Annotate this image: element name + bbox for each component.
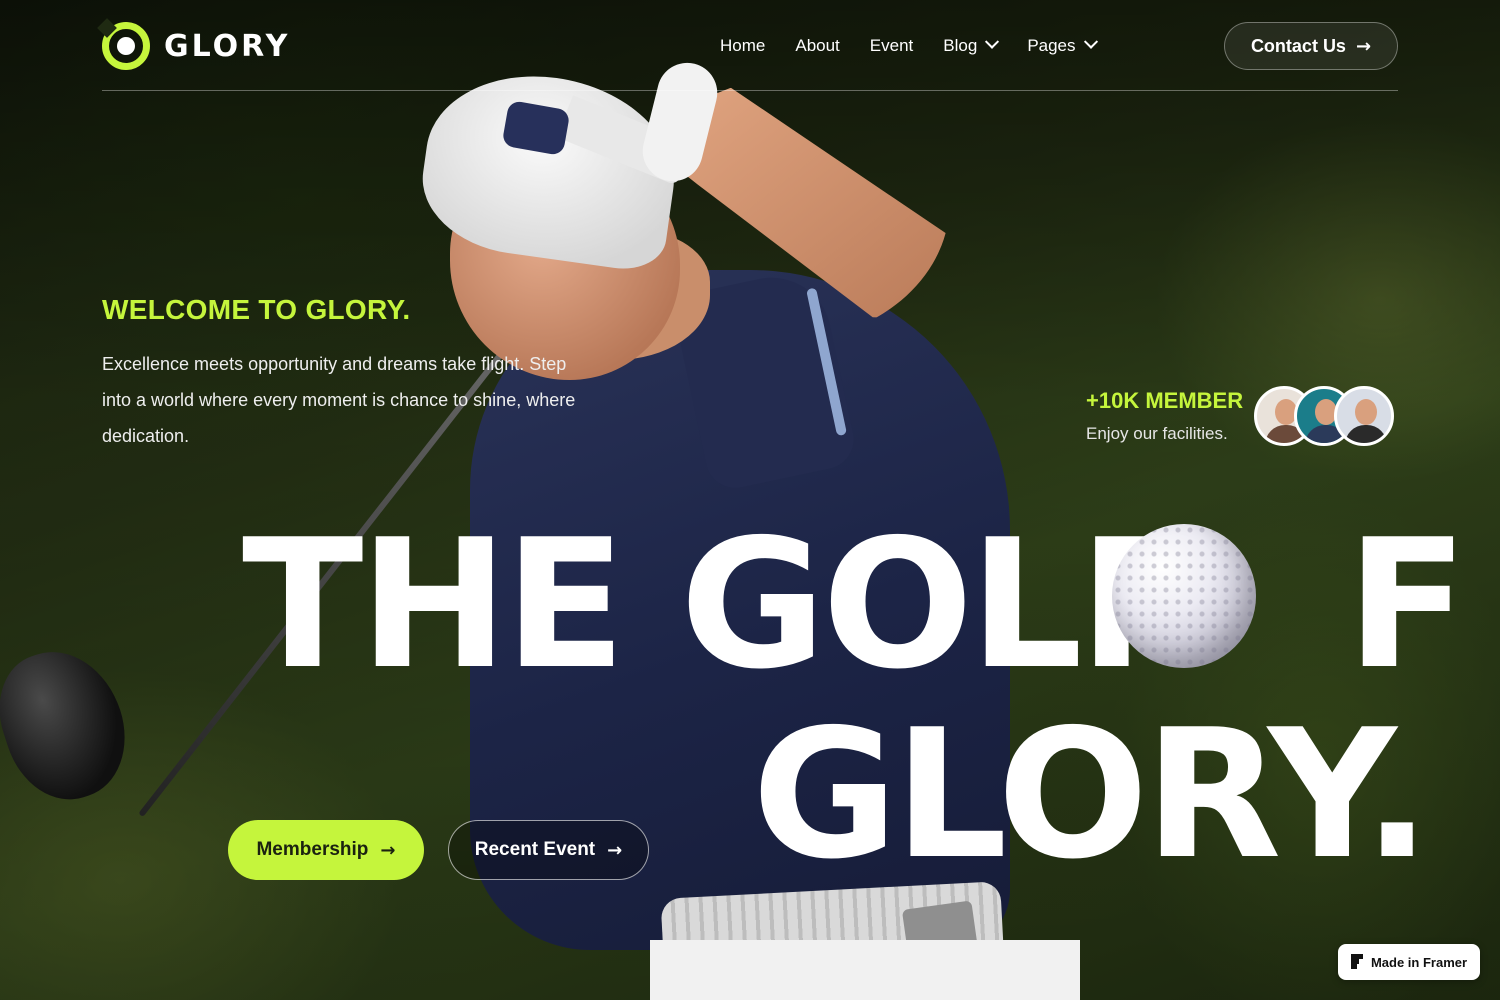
framer-icon: [1350, 954, 1363, 970]
headline-line-1: THE GOLF F: [242, 516, 1468, 694]
nav-item-pages[interactable]: Pages: [1027, 34, 1098, 56]
nav-label: Pages: [1027, 36, 1076, 55]
golf-ball-icon: [1112, 524, 1256, 668]
nav-label: About: [795, 36, 840, 55]
badge-label: Made in Framer: [1370, 954, 1468, 970]
brand-logo[interactable]: GLORY: [102, 22, 290, 70]
site-header: GLORY Home About Event Blog Pages Contac…: [102, 22, 1398, 92]
nav-label: Home: [720, 36, 766, 55]
headline-text: THE GOLF: [242, 501, 1200, 708]
made-in-framer-badge[interactable]: Made in Framer: [1338, 944, 1480, 980]
arrow-right-icon: →: [1355, 35, 1372, 57]
members-count: +10K MEMBER: [1086, 388, 1244, 413]
avatar: [1334, 386, 1394, 446]
nav-item-about[interactable]: About: [795, 36, 839, 56]
arrow-right-icon: →: [380, 839, 396, 861]
arrow-right-icon: →: [607, 839, 623, 861]
header-divider: [102, 90, 1398, 91]
chevron-down-icon: [985, 34, 1000, 49]
headline-text: F: [1346, 501, 1468, 708]
membership-button[interactable]: Membership →: [228, 820, 424, 880]
contact-us-button[interactable]: Contact Us →: [1224, 22, 1398, 70]
main-nav: Home About Event Blog Pages: [720, 34, 1098, 56]
intro-text: Excellence meets opportunity and dreams …: [102, 354, 576, 446]
nav-item-home[interactable]: Home: [720, 36, 765, 56]
welcome-heading: WELCOME TO GLORY.: [102, 294, 411, 325]
chevron-down-icon: [1083, 34, 1098, 49]
recent-event-label: Recent Event: [474, 839, 596, 860]
headline-line-2: GLORY.: [752, 691, 1431, 898]
members-subtitle: Enjoy our facilities.: [1086, 424, 1228, 443]
members-block: +10K MEMBER Enjoy our facilities.: [1086, 386, 1398, 450]
logo-icon: [102, 22, 150, 70]
nav-item-event[interactable]: Event: [870, 36, 913, 56]
nav-item-blog[interactable]: Blog: [943, 34, 1000, 56]
membership-label: Membership: [256, 839, 369, 860]
contact-us-label: Contact Us: [1250, 35, 1346, 56]
nav-label: Blog: [943, 36, 978, 55]
brand-name: GLORY: [164, 28, 291, 64]
nav-label: Event: [869, 36, 914, 55]
recent-event-button[interactable]: Recent Event →: [448, 820, 649, 880]
